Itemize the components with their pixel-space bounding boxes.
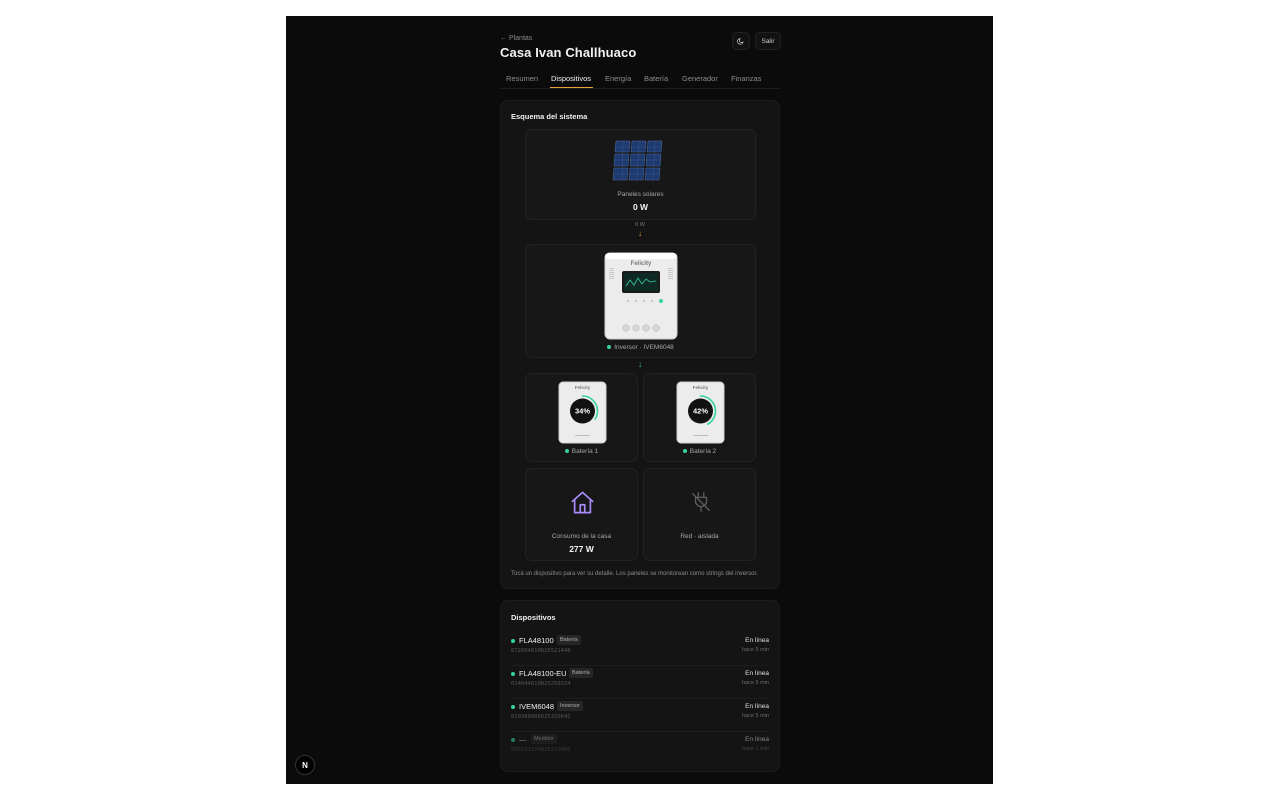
device-serial: 072604610825521448 (511, 648, 571, 654)
device-serial: 000101270025210060 (511, 747, 571, 753)
system-schema-card: Esquema del sistema Paneles solares 0 W … (500, 100, 780, 589)
battery-2-percent: 42% (693, 407, 708, 416)
device-name: IVEM6048 (519, 702, 555, 711)
device-row[interactable]: IVEM6048 Inversor 020380000025320642 En … (511, 699, 769, 732)
solar-panel-icon (612, 140, 663, 181)
tab-bar: Resumen Dispositivos Energía Batería Gen… (500, 72, 780, 89)
inverter-brand: Felicity (631, 261, 652, 267)
app-window: ← Plantas Casa Ivan Challhuaco Salir Res… (286, 16, 993, 784)
schema-title: Esquema del sistema (511, 112, 588, 121)
status-dot (511, 672, 515, 676)
devices-title: Dispositivos (511, 613, 556, 622)
solar-value: 0 W (632, 202, 649, 212)
active-tab-indicator (550, 87, 593, 88)
device-serial: 020380000025320642 (511, 714, 571, 720)
moon-icon (737, 38, 744, 45)
device-type-badge: Medidor (531, 734, 557, 744)
status-dot (564, 449, 569, 454)
tab-finanzas[interactable]: Finanzas (731, 74, 761, 83)
logout-button[interactable]: Salir (755, 32, 781, 50)
device-status: En línea (745, 637, 769, 644)
device-status: En línea (745, 703, 769, 710)
theme-toggle-button[interactable] (732, 32, 750, 50)
device-type-badge: Batería (569, 668, 593, 678)
status-dot (682, 449, 687, 454)
battery-2-label: Batería 2 (644, 448, 755, 455)
device-name: FLA48100-EU (519, 669, 567, 678)
status-dot (511, 738, 515, 742)
battery-1-percent: 34% (575, 407, 590, 416)
inverter-node[interactable]: Felicity Inversor · IVEM6048 (525, 244, 756, 358)
device-serial: 014044610825250324 (511, 681, 571, 687)
tab-generador[interactable]: Generador (682, 74, 718, 83)
solar-label: Paneles solares (617, 191, 664, 198)
device-last-seen: hace 5 min (742, 680, 769, 686)
battery-1-node[interactable]: Felicity 34% Batería 1 (525, 373, 638, 462)
house-label: Consumo de la casa (551, 533, 612, 540)
device-name: — (519, 735, 527, 744)
device-last-seen: hace 5 min (742, 647, 769, 653)
house-consumption-node[interactable]: Consumo de la casa 277 W (525, 468, 638, 561)
device-status: En línea (745, 736, 769, 743)
arrow-down-icon: ↓ (638, 229, 642, 238)
device-type-badge: Inversor (557, 701, 583, 711)
device-status: En línea (745, 670, 769, 677)
battery-2-brand: Felicity (693, 385, 709, 390)
inverter-label-text: Inversor · IVEM6048 (614, 344, 674, 351)
inverter-label: Inversor · IVEM6048 (526, 344, 755, 351)
device-last-seen: hace 5 min (742, 713, 769, 719)
dev-tools-badge[interactable]: N (295, 755, 315, 775)
grid-node[interactable]: Red · aislada (643, 468, 756, 561)
status-dot (511, 639, 515, 643)
device-type-badge: Batería (557, 635, 581, 645)
battery-2-node[interactable]: Felicity 42% Batería 2 (643, 373, 756, 462)
schema-hint: Tocá un dispositivo para ver su detalle.… (511, 571, 758, 577)
solar-panels-node[interactable]: Paneles solares 0 W (525, 129, 756, 220)
arrow-down-icon: ↓ (638, 360, 642, 369)
status-dot (511, 705, 515, 709)
device-name: FLA48100 (519, 636, 554, 645)
status-dot (607, 345, 612, 350)
inverter-device-icon: Felicity (604, 252, 678, 340)
device-row[interactable]: FLA48100-EU Batería 014044610825250324 E… (511, 666, 769, 699)
battery-device-icon: Felicity 42% (676, 381, 725, 444)
device-last-seen: hace 1 min (742, 746, 769, 752)
device-row[interactable]: — Medidor 000101270025210060 En línea ha… (511, 732, 769, 765)
back-link[interactable]: ← Plantas (500, 35, 532, 42)
page-title: Casa Ivan Challhuaco (500, 45, 637, 60)
battery-2-label-text: Batería 2 (689, 448, 717, 455)
tab-resumen[interactable]: Resumen (506, 74, 538, 83)
device-row[interactable]: FLA48100 Batería 072604610825521448 En l… (511, 633, 769, 666)
battery-device-icon: Felicity 34% (558, 381, 607, 444)
plug-off-icon (692, 492, 710, 512)
battery-1-label: Batería 1 (526, 448, 637, 455)
house-icon (571, 491, 594, 514)
battery-1-label-text: Batería 1 (571, 448, 599, 455)
solar-flow-label: 0 W (635, 222, 645, 228)
house-value: 277 W (569, 544, 594, 554)
devices-card: Dispositivos FLA48100 Batería 0726046108… (500, 600, 780, 772)
tab-energia[interactable]: Energía (605, 74, 631, 83)
tab-bateria[interactable]: Batería (644, 74, 668, 83)
tab-dispositivos[interactable]: Dispositivos (551, 74, 591, 83)
battery-1-brand: Felicity (575, 385, 591, 390)
grid-label: Red · aislada (680, 533, 719, 540)
